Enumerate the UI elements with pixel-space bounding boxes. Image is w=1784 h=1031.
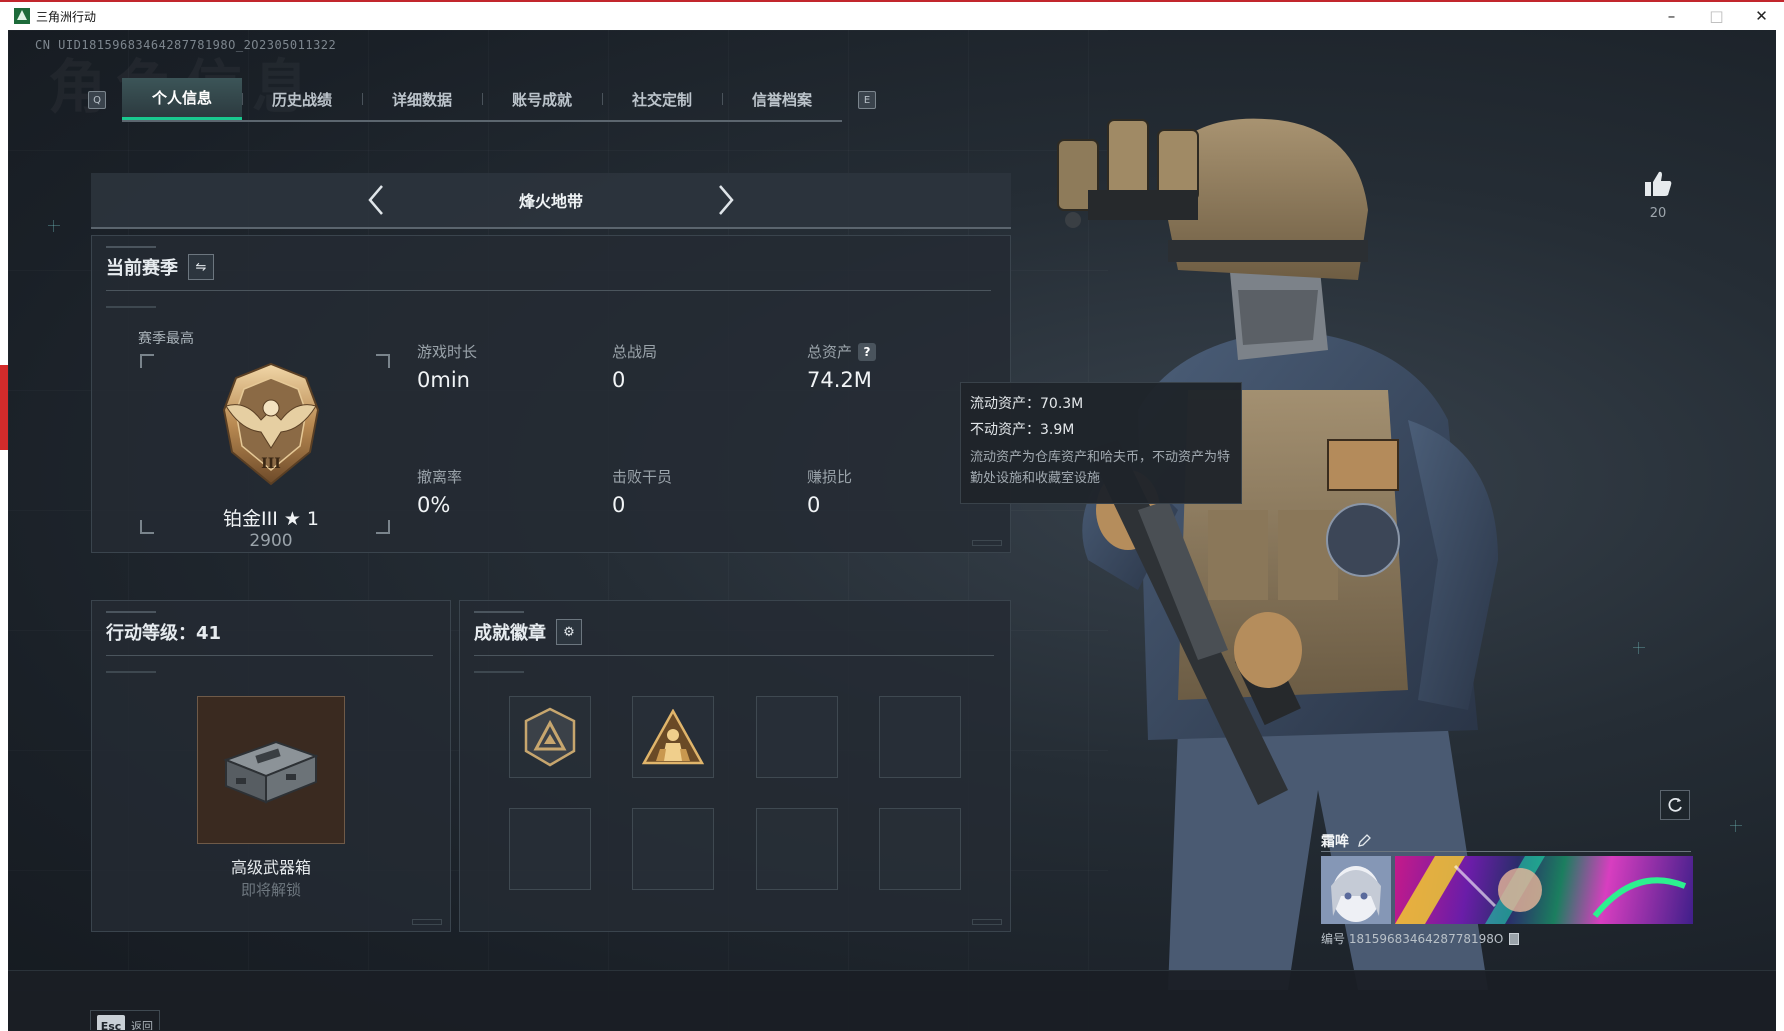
stat-operators-defeated: 击败干员 0	[612, 468, 673, 517]
badges-settings-button[interactable]: ⚙	[556, 619, 582, 645]
hud-cross-mark	[48, 220, 60, 232]
tab-prev-key-hint[interactable]: Q	[88, 91, 106, 109]
uid-line: CN UID1815968346428778198O_2O2305011322	[35, 38, 337, 52]
window-title: 三角洲行动	[36, 9, 97, 24]
season-switch-button[interactable]: ⇋	[188, 254, 214, 280]
mode-title: 烽火地带	[518, 192, 583, 211]
action-level-panel: 行动等级：41 高级武器箱 即将解锁	[91, 600, 451, 932]
badge-slot[interactable]	[509, 696, 591, 778]
banner-art-graphic	[1395, 856, 1687, 924]
game-viewport: 角色信息 CN UID1815968346428778198O_2O230501…	[8, 30, 1776, 1030]
tooltip-fixed-assets: 不动资产：3.9M	[970, 422, 1075, 438]
stat-total-assets: 总资产 ? 74.2M	[807, 341, 957, 392]
chevron-right-icon	[719, 185, 734, 215]
badge-slot-empty[interactable]	[756, 808, 838, 890]
tab-bar: Q 个人信息 历史战绩 详细数据 账号成就 社交定制 信誉档案 E	[88, 78, 876, 122]
player-name: 霜哞	[1321, 833, 1349, 850]
like-widget[interactable]: 20	[1638, 170, 1678, 221]
badge-slot-empty[interactable]	[509, 808, 591, 890]
help-icon[interactable]: ?	[858, 342, 877, 361]
player-namecard: 霜哞 编号 1815968346428778198O	[1321, 830, 1701, 947]
assets-tooltip: 流动资产：70.3M 不动资产：3.9M 流动资产为仓库资产和哈夫币，不动资产为…	[960, 382, 1242, 504]
mode-prev-button[interactable]	[356, 180, 396, 220]
mode-selector: 烽火地带	[91, 173, 1011, 229]
maximize-button[interactable]: □	[1694, 2, 1739, 30]
mode-next-button[interactable]	[706, 180, 746, 220]
tooltip-liquid-assets: 流动资产：70.3M	[970, 396, 1084, 412]
reward-item-name: 高级武器箱	[230, 858, 311, 877]
app-window: 三角洲行动 – □ ✕ 角色信息 CN UID18159683464287781…	[0, 0, 1784, 1031]
badge-slot-empty[interactable]	[756, 696, 838, 778]
tab-personal-info[interactable]: 个人信息	[122, 78, 242, 120]
namecard-banner-image[interactable]	[1395, 856, 1693, 924]
thumbs-up-icon	[1645, 171, 1672, 196]
season-panel: 当前赛季 ⇋ 赛季最高 III 铂金III ★ 1 2900 游戏时长 0min…	[91, 235, 1011, 553]
reward-item-tile[interactable]	[197, 696, 345, 844]
app-logo-icon	[14, 8, 30, 24]
tab-match-history[interactable]: 历史战绩	[242, 78, 362, 120]
rank-score: 2900	[249, 531, 293, 551]
swap-arrows-icon: ⇋	[195, 259, 207, 275]
badge-slot-empty[interactable]	[879, 696, 961, 778]
badge-slot-empty[interactable]	[879, 808, 961, 890]
back-hint[interactable]: Esc 返回	[90, 1010, 160, 1030]
esc-key-icon: Esc	[97, 1015, 125, 1030]
desktop-right-edge	[1776, 30, 1784, 1031]
soldier-badge-icon	[642, 709, 704, 765]
platinum-rank-emblem-icon: III	[222, 362, 320, 486]
season-panel-title: 当前赛季	[106, 258, 178, 279]
window-controls: – □ ✕	[1649, 2, 1784, 30]
action-level-title: 行动等级：41	[106, 623, 222, 644]
hud-cross-mark	[1633, 642, 1645, 654]
stat-play-time: 游戏时长 0min	[417, 343, 478, 392]
player-id: 编号 1815968346428778198O	[1321, 932, 1504, 946]
tab-detailed-data[interactable]: 详细数据	[362, 78, 482, 120]
rank-name: 铂金III ★ 1	[222, 508, 319, 530]
tab-achievements[interactable]: 账号成就	[482, 78, 602, 120]
chevron-left-icon	[368, 185, 383, 215]
gear-icon: ⚙	[563, 624, 575, 640]
window-titlebar: 三角洲行动 – □ ✕	[0, 0, 1784, 30]
hud-cross-mark	[1730, 820, 1742, 832]
badge-slot[interactable]	[632, 696, 714, 778]
triangle-badge-icon	[524, 707, 576, 767]
refresh-button[interactable]	[1660, 790, 1690, 820]
edit-pencil-icon[interactable]	[1357, 833, 1371, 848]
achievement-badges-panel: 成就徽章 ⚙	[459, 600, 1011, 932]
stat-profit-ratio: 赚损比 0	[807, 468, 853, 517]
stat-extract-rate: 撤离率 0%	[417, 468, 463, 517]
anime-avatar-image	[1321, 856, 1391, 924]
rank-display: III 铂金III ★ 1 2900	[140, 354, 390, 551]
back-label: 返回	[131, 1020, 153, 1030]
avatar[interactable]	[1321, 856, 1391, 924]
tab-credit-record[interactable]: 信誉档案	[722, 78, 842, 120]
tooltip-note: 流动资产为仓库资产和哈夫币，不动资产为特勤处设施和收藏室设施	[970, 450, 1231, 486]
bottom-bar	[8, 970, 1776, 1030]
desktop-left-edge	[0, 30, 8, 1031]
close-button[interactable]: ✕	[1739, 2, 1784, 30]
tab-next-key-hint[interactable]: E	[858, 91, 876, 109]
like-count: 20	[1649, 206, 1667, 221]
badge-slot-empty[interactable]	[632, 808, 714, 890]
tab-social-custom[interactable]: 社交定制	[602, 78, 722, 120]
svg-text:III: III	[261, 456, 281, 472]
copy-icon[interactable]	[1509, 932, 1520, 945]
achievement-badges-title: 成就徽章	[474, 623, 546, 644]
season-best-label: 赛季最高	[138, 331, 194, 347]
refresh-icon	[1668, 797, 1682, 812]
stat-total-matches: 总战局 0	[612, 343, 658, 392]
weapon-case-icon	[223, 740, 319, 804]
tab-list: 个人信息 历史战绩 详细数据 账号成就 社交定制 信誉档案	[122, 78, 842, 122]
reward-item-status: 即将解锁	[240, 881, 301, 899]
minimize-button[interactable]: –	[1649, 2, 1694, 30]
